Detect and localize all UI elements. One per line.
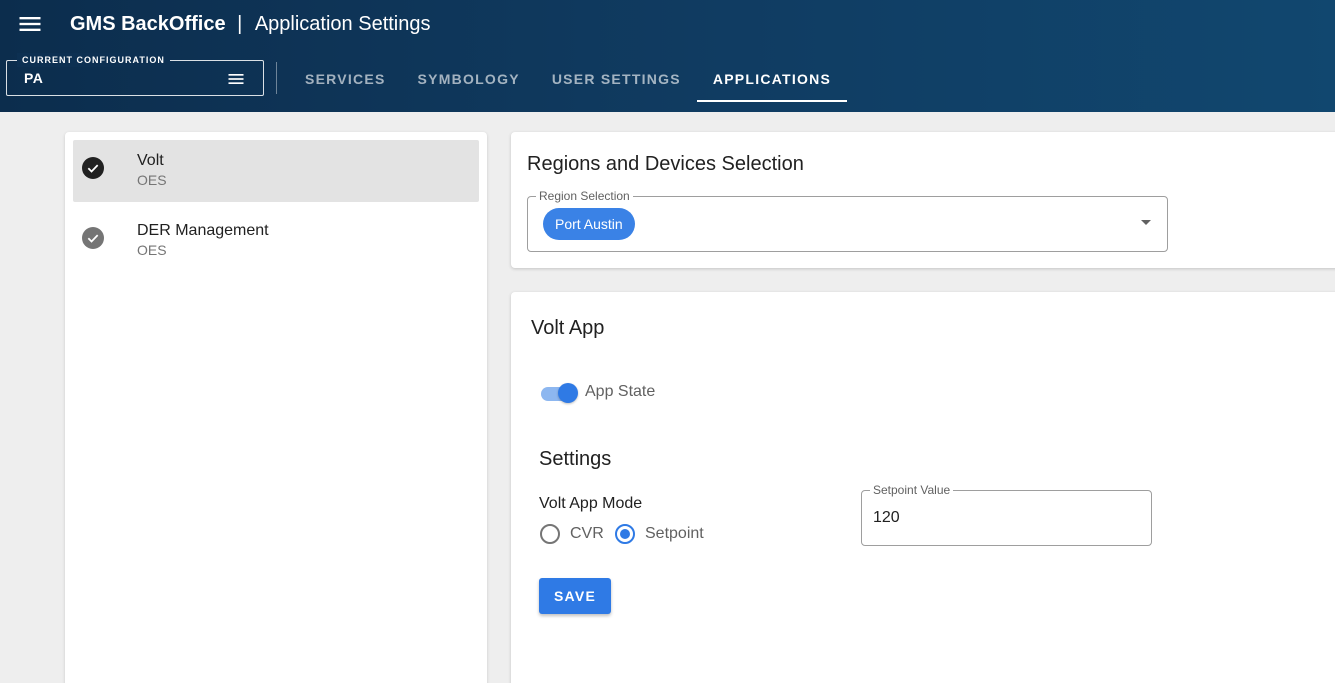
setpoint-field-label: Setpoint Value <box>870 483 954 497</box>
app-title: GMS BackOffice | Application Settings <box>70 12 431 36</box>
setpoint-value-input[interactable] <box>873 507 1133 529</box>
region-field-label: Region Selection <box>536 189 633 203</box>
radio-setpoint[interactable] <box>615 524 635 544</box>
header-divider <box>276 62 277 94</box>
menu-icon[interactable] <box>16 10 44 38</box>
hamburger-icon <box>19 17 41 31</box>
settings-tabs: SERVICES SYMBOLOGY USER SETTINGS APPLICA… <box>289 56 848 102</box>
dropdown-arrow-icon[interactable] <box>1141 220 1151 225</box>
app-state-toggle[interactable] <box>541 382 579 404</box>
title-separator: | <box>237 13 243 35</box>
settings-title: Settings <box>539 448 612 470</box>
tab-applications[interactable]: APPLICATIONS <box>696 56 848 102</box>
current-configuration-selector[interactable]: CURRENT CONFIGURATION PA <box>6 53 264 96</box>
check-circle-icon <box>82 157 104 179</box>
tab-user-settings[interactable]: USER SETTINGS <box>536 56 697 102</box>
list-item-title: DER Management <box>137 222 269 239</box>
region-chip[interactable]: Port Austin <box>543 208 635 240</box>
save-button[interactable]: SAVE <box>539 578 611 614</box>
volt-app-title: Volt App <box>531 317 605 339</box>
check-circle-icon <box>82 227 104 249</box>
regions-title: Regions and Devices Selection <box>527 153 804 175</box>
volt-app-mode-label: Volt App Mode <box>539 495 643 512</box>
list-item-der-management[interactable]: DER Management OES <box>73 210 479 272</box>
tab-services[interactable]: SERVICES <box>289 56 402 102</box>
setpoint-value-field: Setpoint Value <box>861 483 1152 546</box>
list-icon[interactable] <box>225 69 247 89</box>
list-item-volt[interactable]: Volt OES <box>73 140 479 202</box>
regions-devices-card: Regions and Devices Selection Region Sel… <box>511 132 1335 268</box>
config-value: PA <box>24 70 44 86</box>
radio-label-cvr[interactable]: CVR <box>570 525 604 543</box>
toggle-thumb <box>558 383 578 403</box>
list-item-subtitle: OES <box>137 172 167 188</box>
radio-cvr[interactable] <box>540 524 560 544</box>
radio-dot <box>620 529 630 539</box>
app-bar: GMS BackOffice | Application Settings CU… <box>0 0 1335 112</box>
brand-name: GMS BackOffice <box>70 13 226 35</box>
tab-symbology[interactable]: SYMBOLOGY <box>402 56 536 102</box>
list-item-subtitle: OES <box>137 242 167 258</box>
region-selection-field[interactable]: Region Selection Port Austin <box>527 189 1168 252</box>
config-legend: CURRENT CONFIGURATION <box>17 53 170 67</box>
list-item-title: Volt <box>137 152 164 169</box>
application-list: Volt OES DER Management OES <box>65 132 487 683</box>
radio-label-setpoint[interactable]: Setpoint <box>645 525 704 543</box>
page-title: Application Settings <box>254 13 431 35</box>
app-state-label: App State <box>585 383 656 400</box>
volt-app-card: Volt App App State Settings Volt App Mod… <box>511 292 1335 683</box>
